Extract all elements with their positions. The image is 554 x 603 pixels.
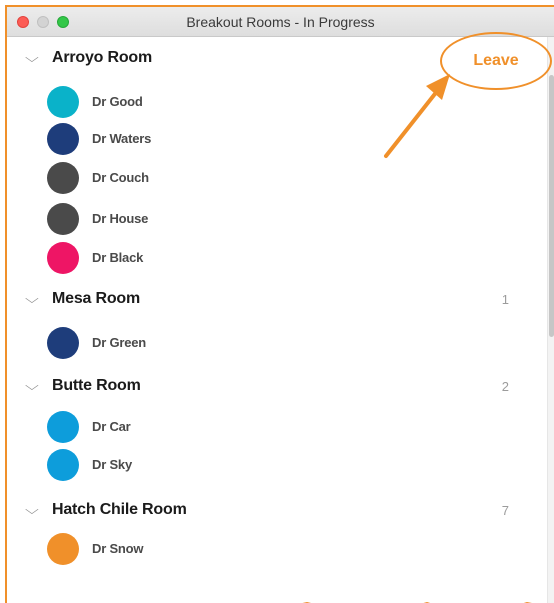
member-dr-couch: Dr Couch [7,162,307,196]
window-title: Breakout Rooms - In Progress [186,14,375,30]
member-name: Dr Snow [92,541,144,556]
member-name: Dr Good [92,94,143,109]
member-name: Dr Waters [92,131,152,146]
chevron-down-icon[interactable]: ⌵ [25,291,39,307]
member-dr-black: Dr Black [7,242,307,276]
room-count: 7 [501,503,509,518]
avatar [47,123,79,155]
member-name: Dr Green [92,335,147,350]
chevron-down-icon[interactable]: ⌵ [25,378,39,394]
chevron-down-icon[interactable]: ⌵ [25,50,39,66]
member-name: Dr Car [92,419,131,434]
room-name: Mesa Room [52,290,140,307]
avatar [47,203,79,235]
room-name: Hatch Chile Room [52,501,187,518]
avatar [47,242,79,274]
room-header-butte[interactable]: ⌵ Butte Room 2 [7,373,527,401]
avatar [47,411,79,443]
chevron-down-icon[interactable]: ⌵ [25,502,39,518]
room-name: Arroyo Room [52,49,153,66]
member-dr-house: Dr House [7,203,307,237]
member-dr-green: Dr Green [7,327,307,361]
title-bar: Breakout Rooms - In Progress [7,7,554,37]
member-dr-car: Dr Car [7,411,307,445]
scrollbar-thumb[interactable] [549,75,554,337]
room-header-hatch-chile[interactable]: ⌵ Hatch Chile Room 7 [7,497,527,525]
avatar [47,327,79,359]
member-name: Dr Black [92,250,144,265]
member-dr-good: Dr Good [7,86,307,120]
member-dr-sky: Dr Sky [7,449,307,483]
avatar [47,86,79,118]
avatar [47,162,79,194]
room-header-mesa[interactable]: ⌵ Mesa Room 1 [7,286,527,314]
vertical-scrollbar[interactable] [547,37,554,603]
room-count: 2 [501,379,509,394]
member-name: Dr Couch [92,170,149,185]
room-name: Butte Room [52,377,141,394]
member-name: Dr House [92,211,149,226]
avatar [47,533,79,565]
torn-edge-annotation [302,601,533,603]
breakout-room-list: ⌵ Arroyo Room Dr Good Dr Waters Dr Couch… [7,37,547,603]
member-dr-snow: Dr Snow [7,533,307,567]
member-dr-waters: Dr Waters [7,123,307,157]
room-count: 1 [501,292,509,307]
arrow-annotation-icon [384,74,450,158]
member-name: Dr Sky [92,457,132,472]
avatar [47,449,79,481]
